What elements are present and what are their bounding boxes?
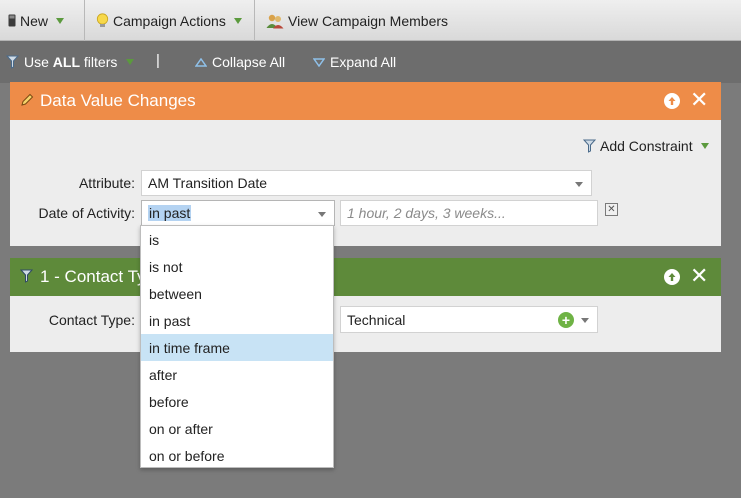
panel-header: 1 - Contact Ty ✕ [10,258,721,296]
date-value-input[interactable]: 1 hour, 2 days, 3 weeks... [340,200,598,226]
contact-type-select[interactable]: Technical + [340,306,598,333]
funnel-wand-icon [6,55,19,69]
attribute-value: AM Transition Date [148,175,268,191]
use-filters-menu[interactable]: Use ALL filters [6,41,135,83]
dropdown-option-highlighted[interactable]: in time frame [141,334,333,361]
dropdown-option[interactable]: is not [141,253,333,280]
pencil-icon [21,93,34,106]
date-operator-select[interactable]: in past [141,200,335,226]
contact-type-panel: 1 - Contact Ty ✕ Contact Type: Technical… [10,258,721,352]
panel-title: 1 - Contact Ty [40,267,146,286]
attribute-label: Attribute: [78,175,135,191]
contact-type-label: Contact Type: [48,312,135,328]
view-campaign-members-label: View Campaign Members [288,12,449,29]
funnel-wand-icon [583,139,596,153]
campaign-actions-button[interactable]: Campaign Actions [96,0,242,41]
add-value-icon[interactable]: + [558,312,574,328]
move-up-button[interactable] [664,93,680,109]
people-icon [266,14,284,28]
main-toolbar: New Campaign Actions View Campaign Membe… [0,0,741,41]
contact-type-value: Technical [347,311,406,328]
expand-all-button[interactable]: Expand All [313,41,396,83]
dropdown-option[interactable]: on or before [141,442,333,469]
add-constraint-label: Add Constraint [600,138,693,154]
use-filters-suffix: filters [83,54,118,70]
date-value-placeholder: 1 hour, 2 days, 3 weeks... [347,205,506,221]
toolbar-divider [84,0,85,41]
chevron-down-icon [700,143,709,149]
view-campaign-members-button[interactable]: View Campaign Members [266,0,448,41]
data-value-changes-panel: Data Value Changes ✕ Add Constraint Attr… [10,82,721,246]
close-icon[interactable]: ✕ [690,88,708,112]
chevron-down-icon [575,182,583,187]
chevron-down-icon [56,17,65,24]
dropdown-option[interactable]: is [141,226,333,253]
remove-constraint-icon[interactable]: ✕ [605,203,618,216]
arrow-up-icon [668,273,676,281]
triangle-down-icon [313,57,325,67]
new-document-icon [8,14,16,27]
move-up-button[interactable] [664,269,680,285]
dropdown-option[interactable]: after [141,361,333,388]
add-constraint-button[interactable]: Add Constraint [583,138,709,154]
panel-title: Data Value Changes [40,91,196,110]
funnel-wand-icon [20,269,33,283]
toolbar-divider [254,0,255,41]
expand-all-label: Expand All [330,54,397,70]
chevron-down-icon [581,318,589,323]
chevron-down-icon [126,59,135,65]
panel-header: Data Value Changes ✕ [10,82,721,120]
date-operator-value: in past [148,205,192,221]
collapse-all-button[interactable]: Collapse All [195,41,285,83]
dropdown-option[interactable]: between [141,280,333,307]
dropdown-option[interactable]: before [141,388,333,415]
chevron-down-icon [318,212,326,217]
attribute-select[interactable]: AM Transition Date [141,170,592,196]
new-menu-button[interactable]: New [8,0,65,41]
triangle-up-icon [195,57,207,67]
campaign-actions-label: Campaign Actions [113,12,226,29]
close-icon[interactable]: ✕ [690,264,708,288]
lightbulb-icon [96,12,109,27]
dropdown-option[interactable]: in past [141,307,333,334]
dropdown-option[interactable]: on or after [141,415,333,442]
use-filters-bold: ALL [52,54,81,70]
filter-bar: Use ALL filters | Collapse All Expand Al… [0,41,741,83]
date-of-activity-label: Date of Activity: [38,205,135,221]
filter-separator: | [156,52,160,69]
chevron-down-icon [233,17,242,24]
new-label: New [20,12,49,29]
arrow-up-icon [668,97,676,105]
use-filters-text: Use ALL filters [24,54,117,70]
use-filters-prefix: Use [24,54,49,70]
collapse-all-label: Collapse All [212,54,286,70]
operator-dropdown-list: is is not between in past in time frame … [140,225,334,468]
